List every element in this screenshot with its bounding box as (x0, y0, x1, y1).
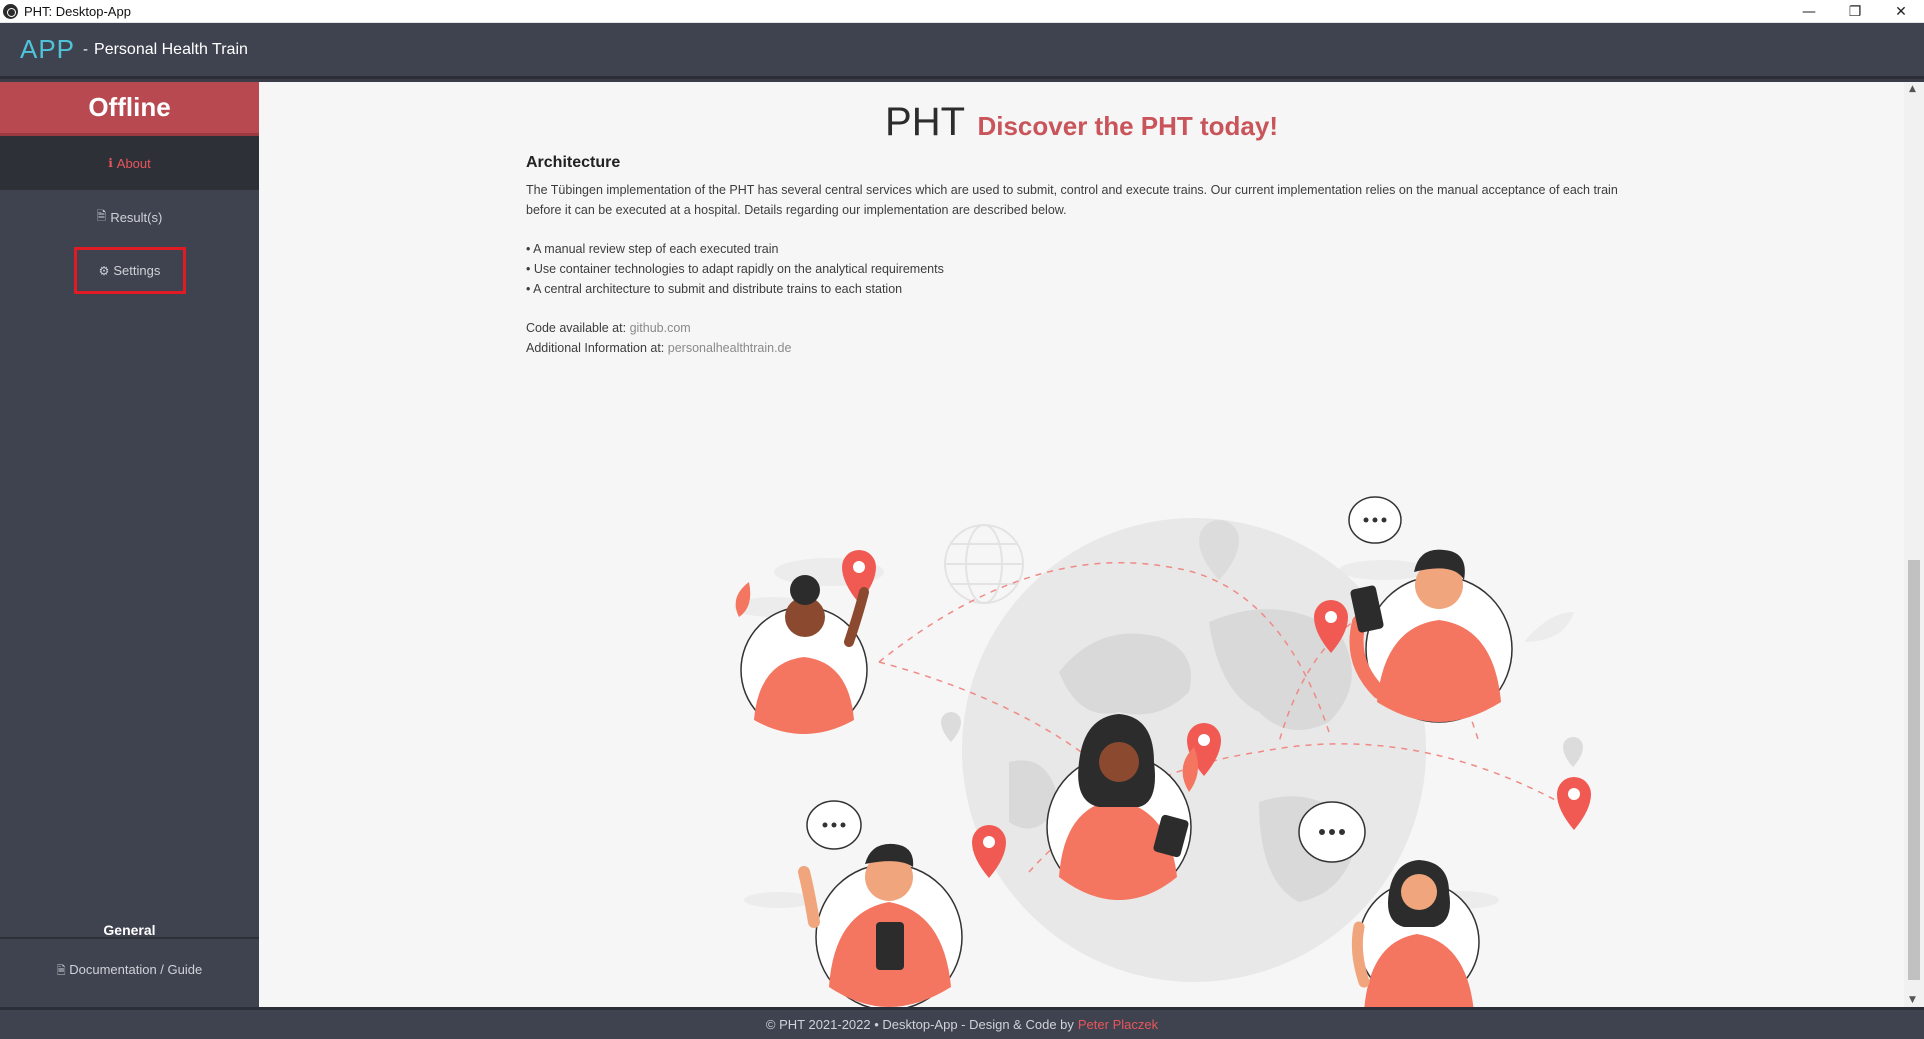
sidebar: Offline ℹ About 🗎 Result(s) ⚙ Settings G… (0, 82, 259, 1007)
links-block: Code available at: github.com Additional… (526, 318, 1636, 358)
brand-name: Personal Health Train (94, 40, 248, 58)
section-heading: Architecture (526, 154, 621, 171)
code-label: Code available at: (526, 321, 627, 335)
window-controls: — ❐ ✕ (1786, 0, 1924, 23)
footer-author-link[interactable]: Peter Placzek (1078, 1017, 1158, 1032)
connection-status-banner: Offline (0, 82, 259, 136)
scroll-up-icon[interactable]: ▲ (1909, 84, 1916, 94)
info-icon: ℹ (108, 156, 113, 170)
architecture-section: Architecture The Tübingen implementation… (526, 154, 1636, 358)
window-title: PHT: Desktop-App (24, 3, 131, 19)
wireframe-globe-icon (944, 524, 1024, 604)
main-content: PHT Discover the PHT today! Architecture… (259, 82, 1904, 1007)
feature-list: • A manual review step of each executed … (526, 239, 1636, 299)
list-item: • A central architecture to submit and d… (526, 282, 903, 296)
person-with-phone-top-right (1348, 496, 1574, 723)
website-link[interactable]: personalhealthtrain.de (668, 341, 792, 355)
page-title: PHT Discover the PHT today! (259, 100, 1904, 145)
settings-highlight: ⚙ Settings (73, 247, 186, 294)
list-item: • A manual review step of each executed … (526, 242, 779, 256)
scroll-down-icon[interactable]: ▼ (1909, 995, 1916, 1005)
app-header: APP - Personal Health Train (0, 23, 1924, 79)
sidebar-item-results[interactable]: 🗎 Result(s) (0, 190, 259, 244)
github-link[interactable]: github.com (630, 321, 691, 335)
brand-logo[interactable]: APP (20, 34, 75, 65)
sidebar-item-label: Result(s) (110, 209, 163, 225)
sidebar-item-settings[interactable]: ⚙ Settings (99, 263, 161, 278)
documentation-link[interactable]: 🗎 Documentation / Guide (0, 962, 259, 981)
scrollbar-thumb[interactable] (1908, 560, 1920, 980)
document-icon: 🗎 (56, 964, 66, 977)
brand-separator: - (83, 41, 89, 58)
file-icon: 🗎 (96, 208, 107, 223)
connected-people-illustration (734, 496, 1591, 1007)
footer: © PHT 2021-2022 • Desktop-App - Design &… (0, 1007, 1924, 1039)
sidebar-divider (0, 937, 259, 939)
list-item: • Use container technologies to adapt ra… (526, 262, 944, 276)
sidebar-section-title: General (103, 922, 156, 938)
vertical-scrollbar[interactable]: ▲ ▼ (1904, 82, 1924, 1007)
section-description: The Tübingen implementation of the PHT h… (526, 183, 1618, 217)
close-icon[interactable]: ✕ (1878, 0, 1924, 23)
footer-text: © PHT 2021-2022 • Desktop-App - Design &… (765, 1017, 1074, 1032)
person-with-phone-bottom-left (798, 800, 963, 1007)
page-tagline: Discover the PHT today! (977, 111, 1278, 141)
sidebar-item-label: Settings (113, 263, 161, 278)
restore-icon[interactable]: ❐ (1832, 0, 1878, 23)
connection-status: Offline (88, 92, 171, 122)
sidebar-item-label: About (116, 155, 151, 171)
page-title-main: PHT (885, 100, 966, 144)
minimize-icon[interactable]: — (1786, 0, 1832, 23)
info-label: Additional Information at: (526, 341, 665, 355)
documentation-link-label: Documentation / Guide (69, 962, 203, 977)
window-titlebar: PHT: Desktop-App — ❐ ✕ (0, 0, 1924, 23)
gear-icon: ⚙ (98, 263, 110, 278)
sidebar-item-about[interactable]: ℹ About (0, 136, 259, 190)
app-icon (3, 3, 18, 19)
